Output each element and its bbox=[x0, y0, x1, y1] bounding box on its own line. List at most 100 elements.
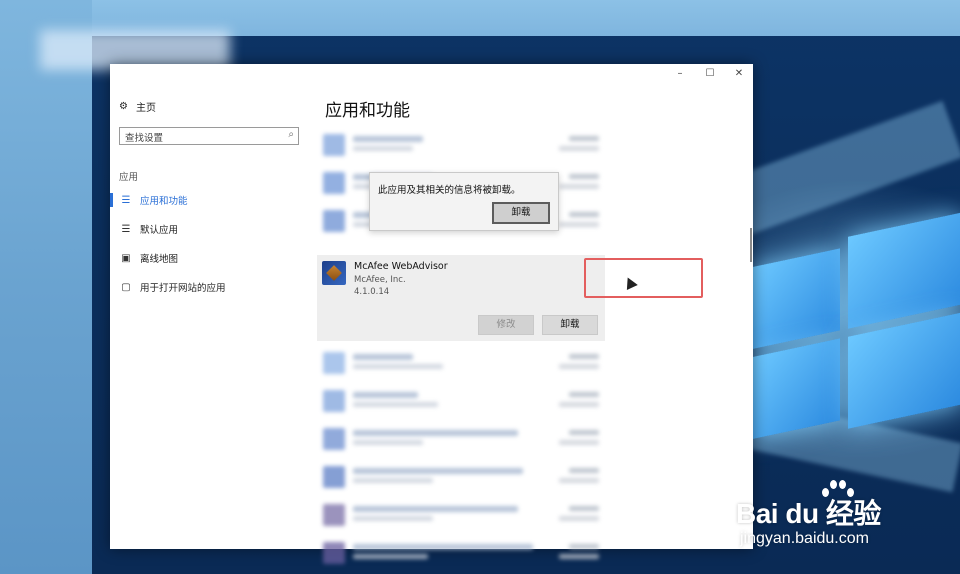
sidebar-home[interactable]: ⚙ 主页 bbox=[119, 99, 156, 114]
main-content: 应用和功能 McAfee WebAdvisor McAfee, Inc. 4.1… bbox=[305, 84, 753, 564]
app-publisher-blurred bbox=[353, 516, 433, 521]
logo-pane bbox=[752, 248, 840, 350]
app-version: 4.1.0.14 bbox=[354, 287, 390, 297]
flyout-message: 此应用及其相关的信息将被卸载。 bbox=[378, 185, 521, 196]
apps-list-icon: ☰ bbox=[121, 194, 131, 206]
selected-app-row[interactable]: McAfee WebAdvisor McAfee, Inc. 4.1.0.14 … bbox=[317, 255, 605, 341]
app-size-blurred bbox=[569, 392, 599, 397]
app-publisher-blurred bbox=[353, 146, 413, 151]
app-publisher-blurred bbox=[353, 402, 438, 407]
app-size-blurred bbox=[569, 212, 599, 217]
app-icon bbox=[323, 390, 345, 412]
app-size-blurred bbox=[569, 544, 599, 549]
sidebar-item-default-apps[interactable]: ☰ 默认应用 bbox=[110, 218, 305, 240]
page-title: 应用和功能 bbox=[325, 101, 410, 121]
app-icon bbox=[323, 542, 345, 564]
active-indicator bbox=[110, 222, 113, 236]
mcafee-app-icon bbox=[322, 261, 346, 285]
baidu-watermark: Bai du 经验 jingyan.baidu.com bbox=[736, 478, 936, 558]
search-input[interactable]: 查找设置 ⌕ bbox=[119, 127, 299, 145]
active-indicator bbox=[110, 251, 113, 265]
sidebar-item-apps-for-websites[interactable]: ▢ 用于打开网站的应用 bbox=[110, 276, 305, 298]
sidebar-item-offline-maps[interactable]: ▣ 离线地图 bbox=[110, 247, 305, 269]
search-placeholder: 查找设置 bbox=[125, 133, 164, 144]
active-indicator bbox=[110, 193, 113, 207]
settings-window: – ☐ ✕ ⚙ 主页 查找设置 ⌕ 应用 ☰ 应用和功能 ☰ 默认应用 ▣ 离线… bbox=[110, 64, 753, 564]
app-date-blurred bbox=[559, 146, 599, 151]
app-size-blurred bbox=[569, 468, 599, 473]
windows-logo bbox=[752, 153, 960, 527]
app-size-blurred bbox=[569, 174, 599, 179]
list-item[interactable] bbox=[321, 534, 611, 572]
app-date-blurred bbox=[559, 402, 599, 407]
sidebar-item-label: 离线地图 bbox=[140, 254, 179, 265]
app-date-blurred bbox=[559, 554, 599, 559]
app-icon bbox=[323, 172, 345, 194]
logo-pane bbox=[752, 338, 840, 440]
app-date-blurred bbox=[559, 222, 599, 227]
app-icon bbox=[323, 466, 345, 488]
app-name-blurred bbox=[353, 468, 523, 474]
list-item[interactable] bbox=[321, 458, 611, 496]
app-name-blurred bbox=[353, 506, 518, 512]
modify-button: 修改 bbox=[478, 315, 534, 335]
sidebar-item-apps-features[interactable]: ☰ 应用和功能 bbox=[110, 189, 305, 211]
gear-icon: ⚙ bbox=[119, 101, 128, 112]
app-icon bbox=[323, 134, 345, 156]
watermark-url: jingyan.baidu.com bbox=[740, 530, 869, 547]
app-publisher-blurred bbox=[353, 554, 428, 559]
app-size-blurred bbox=[569, 506, 599, 511]
list-item[interactable] bbox=[321, 420, 611, 458]
app-name-blurred bbox=[353, 544, 533, 550]
search-icon[interactable]: ⌕ bbox=[288, 129, 294, 140]
app-name-blurred bbox=[353, 430, 518, 436]
paw-toe bbox=[839, 480, 846, 489]
logo-pane bbox=[848, 212, 960, 329]
app-date-blurred bbox=[559, 440, 599, 445]
list-item[interactable] bbox=[321, 344, 611, 382]
app-icon bbox=[323, 428, 345, 450]
app-name-blurred bbox=[353, 354, 413, 360]
app-publisher: McAfee, Inc. bbox=[354, 275, 406, 285]
active-indicator bbox=[110, 280, 113, 294]
app-size-blurred bbox=[569, 430, 599, 435]
app-date-blurred bbox=[559, 478, 599, 483]
list-item[interactable] bbox=[321, 126, 611, 164]
open-website-icon: ▢ bbox=[121, 281, 131, 293]
app-list-lower bbox=[321, 344, 611, 572]
app-icon bbox=[323, 352, 345, 374]
desktop-left-band bbox=[0, 0, 92, 574]
app-date-blurred bbox=[559, 516, 599, 521]
app-date-blurred bbox=[559, 364, 599, 369]
app-icon bbox=[323, 504, 345, 526]
app-size-blurred bbox=[569, 354, 599, 359]
list-item[interactable] bbox=[321, 382, 611, 420]
app-name: McAfee WebAdvisor bbox=[354, 261, 448, 272]
default-apps-icon: ☰ bbox=[121, 223, 131, 235]
title-bar: – ☐ ✕ bbox=[110, 64, 753, 84]
app-name-blurred bbox=[353, 392, 418, 398]
confirm-uninstall-button[interactable]: 卸载 bbox=[492, 202, 550, 224]
annotation-highlight-box bbox=[584, 258, 703, 298]
sidebar-item-label: 默认应用 bbox=[140, 225, 179, 236]
map-icon: ▣ bbox=[121, 252, 131, 264]
app-name-blurred bbox=[353, 136, 423, 142]
app-publisher-blurred bbox=[353, 440, 423, 445]
app-icon bbox=[323, 210, 345, 232]
scrollbar-thumb[interactable] bbox=[750, 228, 752, 262]
app-date-blurred bbox=[559, 184, 599, 189]
sidebar-item-label: 应用和功能 bbox=[140, 196, 188, 207]
close-button[interactable]: ✕ bbox=[729, 67, 749, 81]
uninstall-confirm-flyout: 此应用及其相关的信息将被卸载。 卸载 bbox=[369, 172, 559, 231]
app-publisher-blurred bbox=[353, 478, 433, 483]
sidebar-item-label: 用于打开网站的应用 bbox=[140, 283, 226, 294]
minimize-button[interactable]: – bbox=[670, 67, 690, 81]
app-size-blurred bbox=[569, 136, 599, 141]
sidebar: ⚙ 主页 查找设置 ⌕ 应用 ☰ 应用和功能 ☰ 默认应用 ▣ 离线地图 ▢ 用… bbox=[110, 94, 305, 549]
paw-toe bbox=[830, 480, 837, 489]
uninstall-button[interactable]: 卸载 bbox=[542, 315, 598, 335]
list-item[interactable] bbox=[321, 496, 611, 534]
sidebar-group-label: 应用 bbox=[119, 172, 139, 183]
maximize-button[interactable]: ☐ bbox=[700, 67, 720, 81]
logo-pane bbox=[848, 312, 960, 429]
